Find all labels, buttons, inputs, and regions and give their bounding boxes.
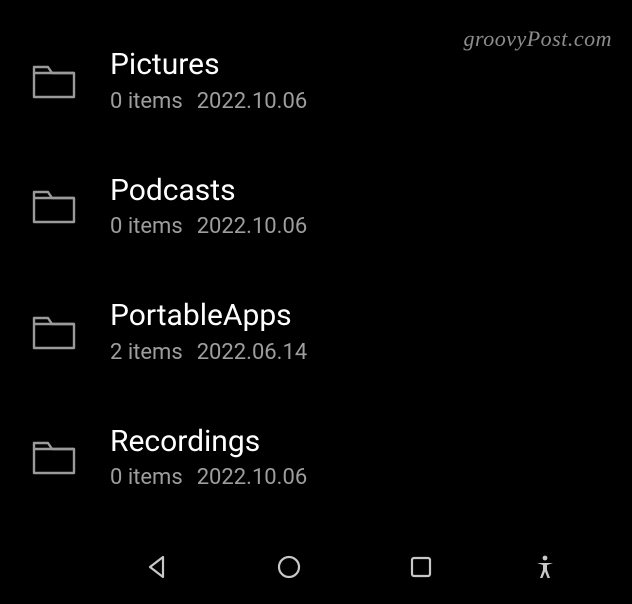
folder-name: Podcasts [110, 174, 307, 209]
recent-button[interactable] [407, 553, 435, 581]
folder-meta: 0 items 2022.10.06 [110, 89, 307, 114]
folder-name: PortableApps [110, 299, 307, 334]
folder-name: Recordings [110, 425, 307, 460]
home-button[interactable] [275, 553, 303, 581]
folder-icon [30, 312, 110, 352]
folder-row[interactable]: Podcasts 0 items 2022.10.06 [30, 144, 602, 270]
back-button[interactable] [143, 553, 171, 581]
folder-name: Pictures [110, 48, 307, 83]
folder-date: 2022.06.14 [197, 340, 308, 365]
folder-meta: 0 items 2022.10.06 [110, 214, 307, 239]
folder-row[interactable]: Pictures 0 items 2022.10.06 [30, 18, 602, 144]
folder-count: 0 items [110, 89, 183, 114]
folder-text-group: Pictures 0 items 2022.10.06 [110, 48, 307, 114]
folder-count: 0 items [110, 214, 183, 239]
folder-date: 2022.10.06 [197, 214, 308, 239]
folder-text-group: PortableApps 2 items 2022.06.14 [110, 299, 307, 365]
folder-list: Pictures 0 items 2022.10.06 Podcasts 0 it… [0, 0, 632, 488]
folder-text-group: Podcasts 0 items 2022.10.06 [110, 174, 307, 240]
folder-date: 2022.10.06 [197, 89, 308, 114]
folder-icon [30, 61, 110, 101]
accessibility-button[interactable] [531, 553, 559, 581]
folder-count: 0 items [110, 465, 183, 488]
folder-row[interactable]: PortableApps 2 items 2022.06.14 [30, 269, 602, 395]
folder-meta: 2 items 2022.06.14 [110, 340, 307, 365]
folder-row[interactable]: Recordings 0 items 2022.10.06 [30, 395, 602, 489]
folder-icon [30, 437, 110, 477]
folder-count: 2 items [110, 340, 183, 365]
folder-meta: 0 items 2022.10.06 [110, 465, 307, 488]
folder-icon [30, 186, 110, 226]
folder-date: 2022.10.06 [197, 465, 308, 488]
navigation-bar [0, 530, 632, 604]
folder-text-group: Recordings 0 items 2022.10.06 [110, 425, 307, 489]
